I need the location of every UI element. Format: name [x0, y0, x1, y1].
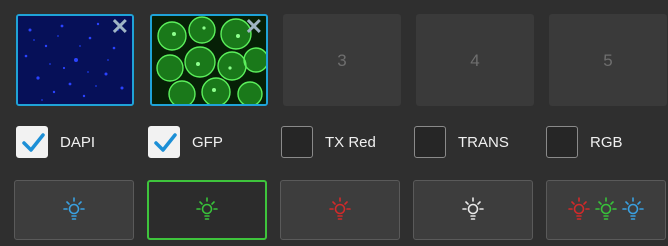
- checkmark-icon: [22, 133, 45, 152]
- dapi-label: DAPI: [60, 134, 96, 151]
- slot-5-empty[interactable]: 5: [549, 14, 667, 106]
- tx-red-light-button[interactable]: [280, 180, 400, 240]
- slot-4-empty[interactable]: 4: [416, 14, 534, 106]
- rgb-label: RGB: [590, 134, 623, 151]
- tx-red-label: TX Red: [325, 134, 376, 151]
- slot-3-empty[interactable]: 3: [283, 14, 401, 106]
- gfp-label: GFP: [192, 134, 223, 151]
- trans-light-button[interactable]: [413, 180, 533, 240]
- gfp-light-button[interactable]: [147, 180, 267, 240]
- lightbulb-icon: [329, 197, 351, 220]
- slot-number: 5: [603, 51, 613, 70]
- slot-number: 4: [470, 51, 480, 70]
- slot-2-gfp-thumbnail[interactable]: ✕: [150, 14, 268, 106]
- lightbulb-icon: [568, 197, 644, 220]
- slot-1-dapi-thumbnail[interactable]: ✕: [16, 14, 134, 106]
- close-icon[interactable]: ✕: [111, 16, 129, 38]
- lightbulb-icon: [196, 197, 218, 220]
- slot-number: 3: [337, 51, 347, 70]
- rgb-light-button[interactable]: [546, 180, 666, 240]
- rgb-checkbox[interactable]: [546, 126, 578, 158]
- trans-checkbox[interactable]: [414, 126, 446, 158]
- dapi-checkbox[interactable]: [16, 126, 48, 158]
- gfp-checkbox[interactable]: [148, 126, 180, 158]
- lightbulb-icon: [462, 197, 484, 220]
- dapi-light-button[interactable]: [14, 180, 134, 240]
- close-icon[interactable]: ✕: [245, 16, 263, 38]
- lightbulb-icon: [63, 197, 85, 220]
- trans-label: TRANS: [458, 134, 509, 151]
- checkmark-icon: [154, 133, 177, 152]
- tx-red-checkbox[interactable]: [281, 126, 313, 158]
